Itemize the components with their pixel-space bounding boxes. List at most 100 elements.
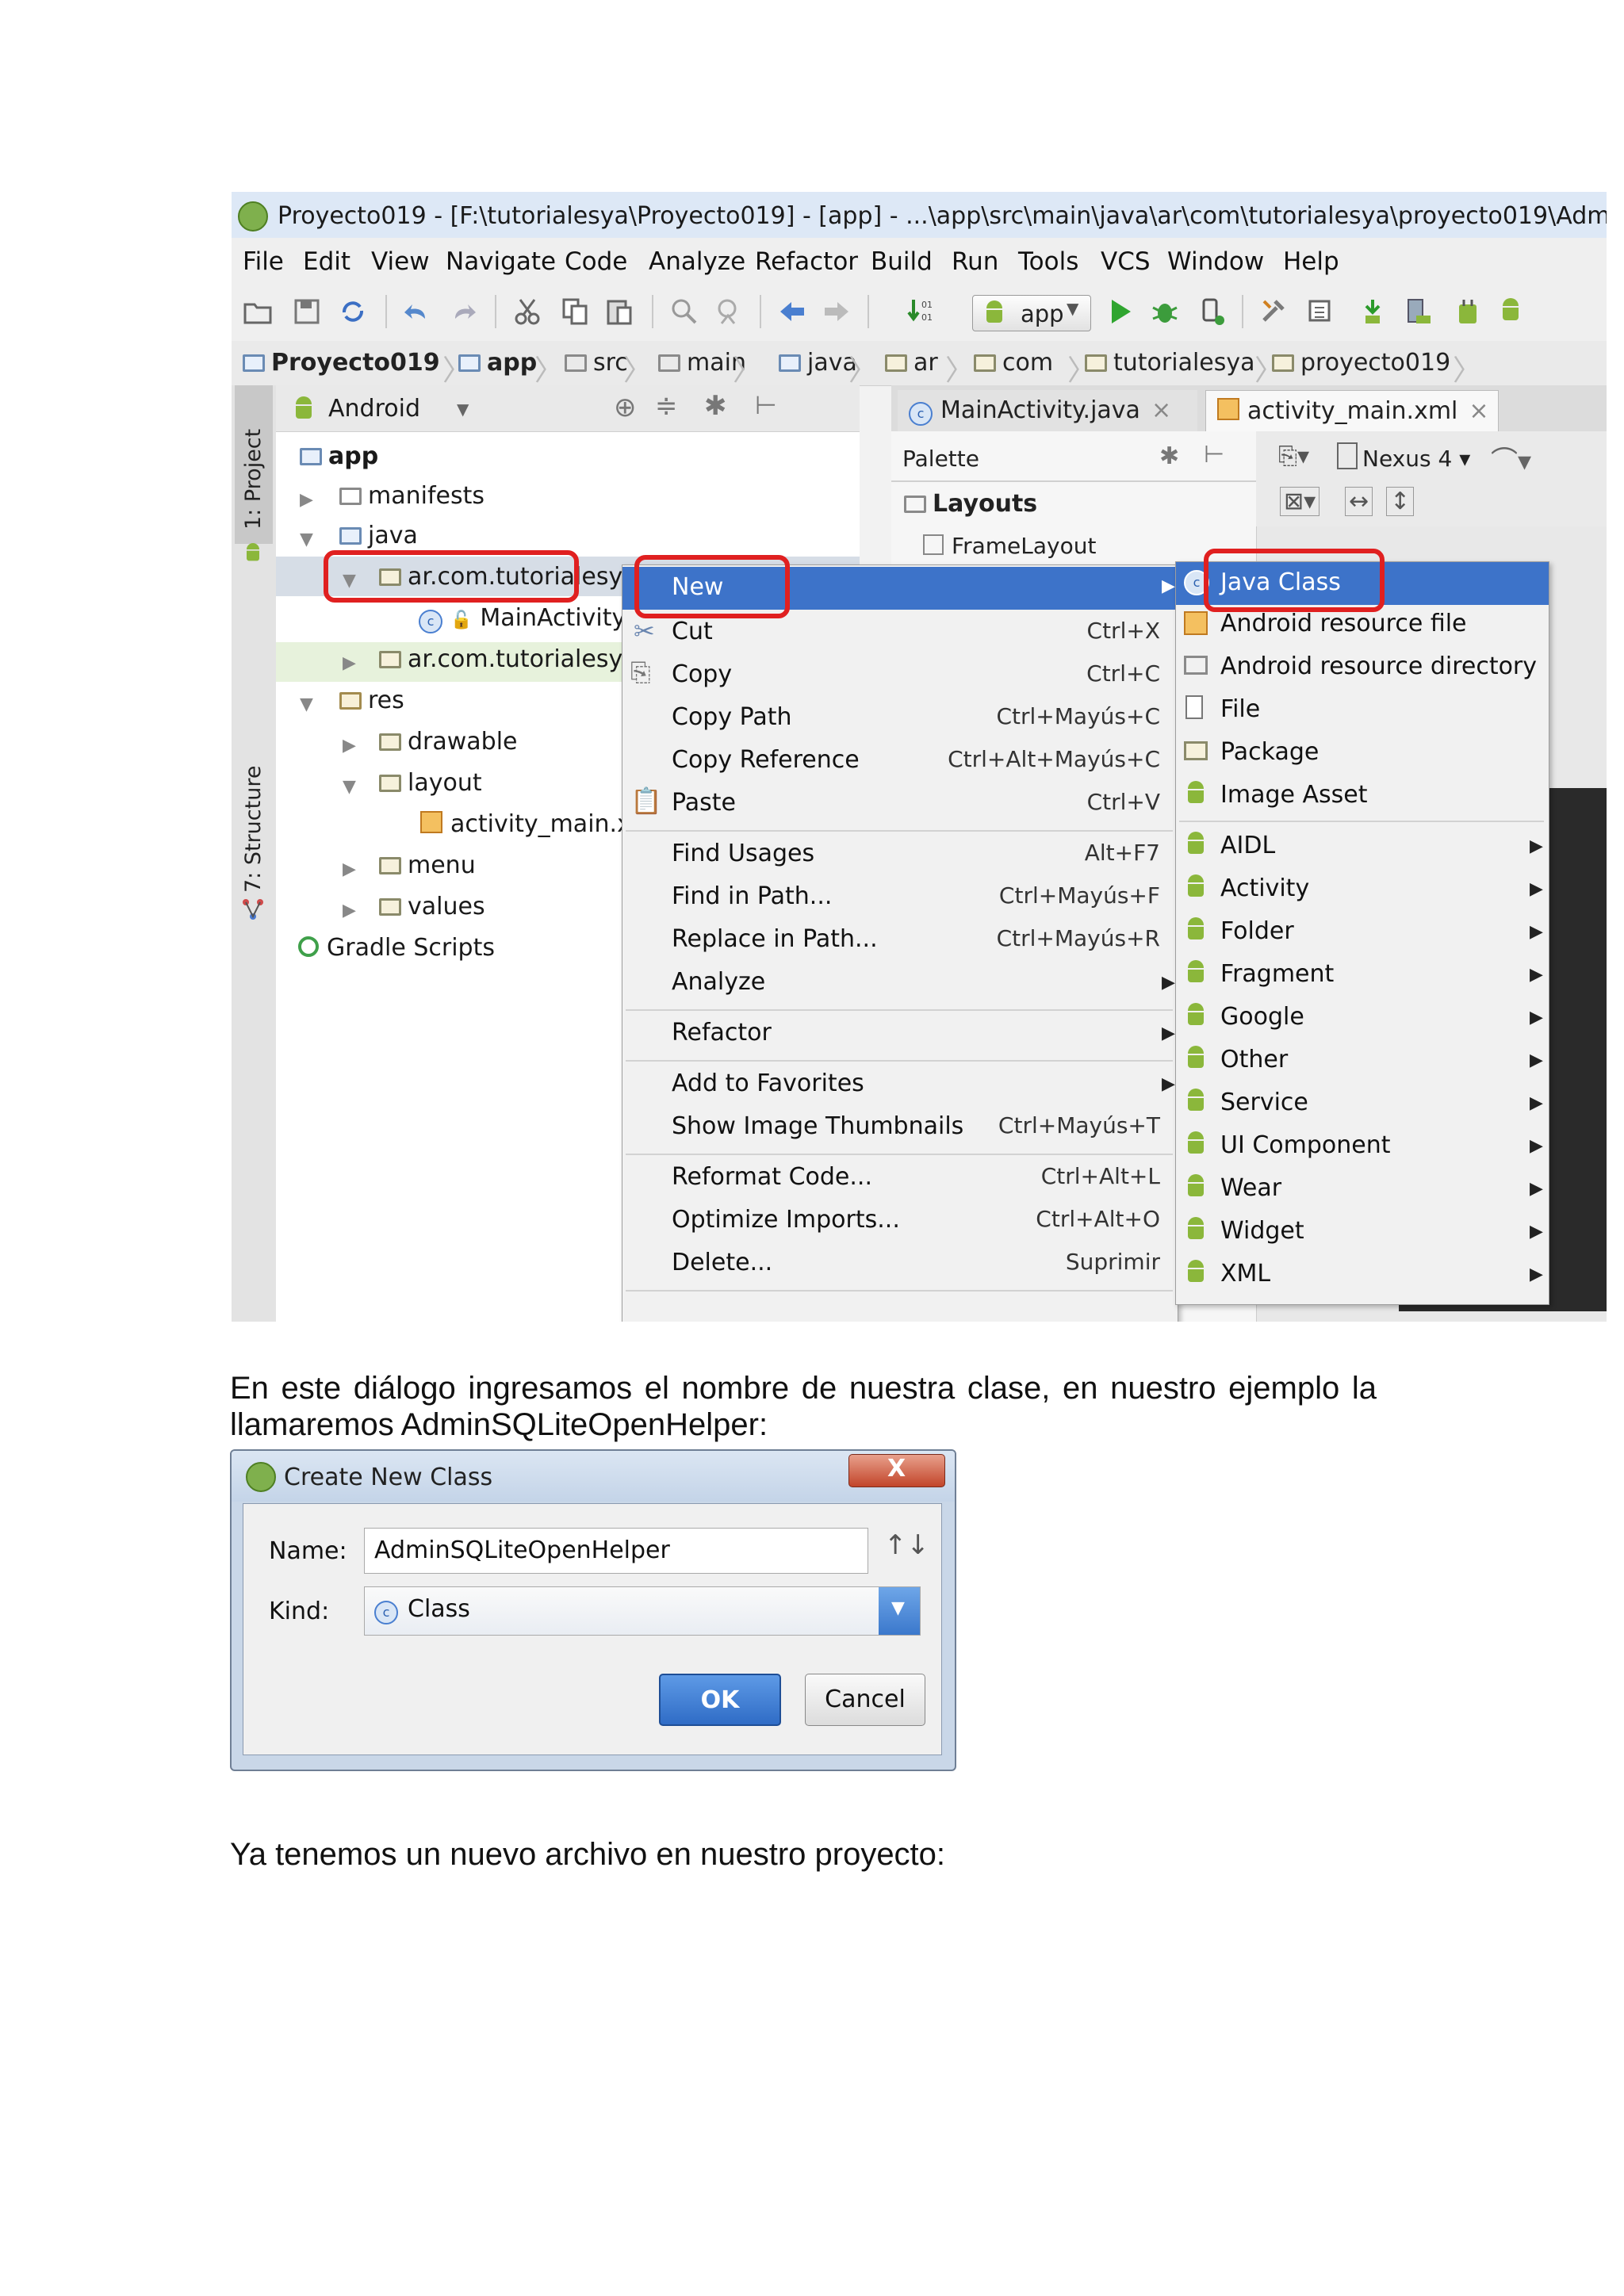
collapse-icon[interactable]: ▼ — [300, 530, 313, 549]
menu-view[interactable]: View — [371, 247, 430, 276]
close-icon[interactable]: × — [1151, 396, 1171, 424]
tree-item-java[interactable]: java — [339, 522, 418, 549]
menu-build[interactable]: Build — [871, 247, 933, 276]
collapse-icon[interactable]: ▼ — [343, 777, 356, 797]
class-name-input[interactable]: AdminSQLiteOpenHelper — [364, 1528, 868, 1574]
forward-icon[interactable] — [822, 297, 852, 327]
menu-edit[interactable]: Edit — [303, 247, 350, 276]
menu-refactor[interactable]: Refactor — [755, 247, 858, 276]
save-icon[interactable] — [292, 297, 322, 327]
expand-icon[interactable]: ▶ — [343, 736, 356, 756]
menu-item-paste[interactable]: Paste — [672, 789, 736, 817]
menu-item-delete[interactable]: Delete... — [672, 1249, 772, 1276]
menu-analyze[interactable]: Analyze — [649, 247, 745, 276]
submenu-item-google[interactable]: Google — [1220, 1003, 1304, 1031]
sync-icon[interactable] — [338, 297, 368, 327]
tree-item-mainactivity[interactable]: c 🔓 MainActivity — [419, 604, 626, 633]
debug-icon[interactable] — [1150, 297, 1180, 327]
sort-arrows-icon[interactable]: ↑↓ — [884, 1529, 929, 1561]
submenu-item-widget[interactable]: Widget — [1220, 1217, 1304, 1245]
palette-item-framelayout[interactable]: FrameLayout — [923, 533, 1096, 559]
submenu-item-android-resource-directory[interactable]: Android resource directory — [1220, 652, 1537, 680]
dropdown-button[interactable]: ▼ — [879, 1587, 920, 1635]
device-icon[interactable]: ⎘▾ — [1278, 442, 1309, 470]
breadcrumb-item[interactable]: ar — [885, 349, 938, 377]
paste-icon[interactable] — [604, 297, 634, 327]
android-monitor-icon[interactable] — [1500, 298, 1521, 322]
breadcrumb-item[interactable]: proyecto019 — [1272, 349, 1450, 377]
hide-panel-icon[interactable]: ⊢ — [755, 390, 777, 420]
run-icon[interactable] — [1105, 297, 1136, 327]
fill-height-icon[interactable]: ↕ — [1386, 487, 1415, 516]
menu-item-reformat-code[interactable]: Reformat Code... — [672, 1163, 872, 1191]
gear-icon[interactable]: ✱ — [704, 390, 727, 422]
submenu-item-android-resource-file[interactable]: Android resource file — [1220, 610, 1467, 637]
menu-item-find-in-path[interactable]: Find in Path... — [672, 882, 832, 910]
expand-icon[interactable]: ▶ — [343, 859, 356, 879]
run-configuration-select[interactable]: app ▼ — [972, 295, 1091, 331]
gear-icon[interactable]: ✱ — [1159, 442, 1179, 470]
menu-vcs[interactable]: VCS — [1101, 247, 1151, 276]
tree-item-values[interactable]: values — [379, 893, 485, 920]
menu-help[interactable]: Help — [1283, 247, 1339, 276]
redo-icon[interactable] — [449, 297, 479, 327]
menu-tools[interactable]: Tools — [1018, 247, 1078, 276]
device-select[interactable]: Nexus 4 ▾ — [1337, 442, 1470, 472]
expand-icon[interactable]: ▶ — [343, 901, 356, 920]
tree-item-res[interactable]: res — [339, 687, 404, 714]
menu-file[interactable]: File — [243, 247, 284, 276]
tree-item-package-test[interactable]: ar.com.tutorialesya — [379, 645, 638, 673]
tree-item-drawable[interactable]: drawable — [379, 728, 518, 756]
submenu-item-package[interactable]: Package — [1220, 738, 1319, 766]
fill-width-icon[interactable]: ↔ — [1345, 487, 1373, 516]
menu-item-optimize-imports[interactable]: Optimize Imports... — [672, 1206, 900, 1234]
hide-panel-icon[interactable]: ⊢ — [1204, 441, 1224, 469]
scroll-from-source-icon[interactable]: ⊕ — [614, 392, 637, 423]
orientation-icon[interactable]: ⌒▾ — [1491, 439, 1531, 478]
menu-navigate[interactable]: Navigate — [446, 247, 556, 276]
menu-run[interactable]: Run — [952, 247, 998, 276]
cancel-button[interactable]: Cancel — [805, 1674, 925, 1726]
submenu-item-file[interactable]: File — [1220, 695, 1260, 723]
close-icon[interactable]: × — [1469, 397, 1488, 425]
collapse-all-icon[interactable]: ≑ — [655, 390, 678, 422]
attach-debugger-icon[interactable] — [1197, 297, 1228, 327]
menu-item-cut[interactable]: Cut — [672, 618, 713, 645]
menu-item-refactor[interactable]: Refactor — [672, 1019, 772, 1047]
project-tool-label[interactable]: 1: Project — [241, 429, 266, 530]
copy-icon[interactable] — [560, 297, 590, 327]
cut-icon[interactable] — [512, 297, 542, 327]
submenu-item-other[interactable]: Other — [1220, 1046, 1288, 1073]
tab-activity-main-xml[interactable]: activity_main.xml × — [1205, 390, 1499, 431]
make-project-icon[interactable]: 0101 — [907, 297, 937, 327]
avd-manager-icon[interactable] — [1358, 297, 1388, 327]
project-structure-icon[interactable] — [1259, 297, 1289, 327]
tree-item-gradle-scripts[interactable]: Gradle Scripts — [298, 934, 495, 962]
sync-gradle-icon[interactable] — [1307, 297, 1337, 327]
ok-button[interactable]: OK — [659, 1674, 781, 1726]
submenu-item-aidl[interactable]: AIDL — [1220, 832, 1275, 859]
structure-tool-label[interactable]: 7: Structure — [241, 766, 266, 893]
back-icon[interactable] — [777, 297, 807, 327]
find-icon[interactable] — [669, 297, 699, 327]
submenu-item-wear[interactable]: Wear — [1220, 1174, 1281, 1202]
menu-item-find-usages[interactable]: Find Usages — [672, 840, 814, 867]
tree-item-menu[interactable]: menu — [379, 851, 476, 879]
sdk-manager-icon[interactable] — [1453, 297, 1483, 327]
breadcrumb-item[interactable]: com — [974, 349, 1053, 377]
menu-item-add-to-favorites[interactable]: Add to Favorites — [672, 1070, 864, 1097]
tree-item-manifests[interactable]: manifests — [339, 482, 485, 510]
project-view-select[interactable]: Android — [328, 395, 420, 423]
kind-select[interactable]: c Class ▼ — [364, 1586, 921, 1636]
breadcrumb-item[interactable]: Proyecto019 — [243, 349, 440, 377]
submenu-item-xml[interactable]: XML — [1220, 1260, 1270, 1288]
zoom-fit-icon[interactable]: ⊠▾ — [1280, 487, 1320, 516]
device-monitor-icon[interactable] — [1404, 297, 1434, 327]
submenu-item-activity[interactable]: Activity — [1220, 874, 1309, 902]
breadcrumb-item[interactable]: tutorialesya — [1085, 349, 1255, 377]
submenu-item-service[interactable]: Service — [1220, 1089, 1308, 1116]
menu-code[interactable]: Code — [565, 247, 627, 276]
open-folder-icon[interactable] — [243, 297, 273, 327]
submenu-item-image-asset[interactable]: Image Asset — [1220, 781, 1368, 809]
menu-item-show-image-thumbnails[interactable]: Show Image Thumbnails — [672, 1112, 963, 1140]
